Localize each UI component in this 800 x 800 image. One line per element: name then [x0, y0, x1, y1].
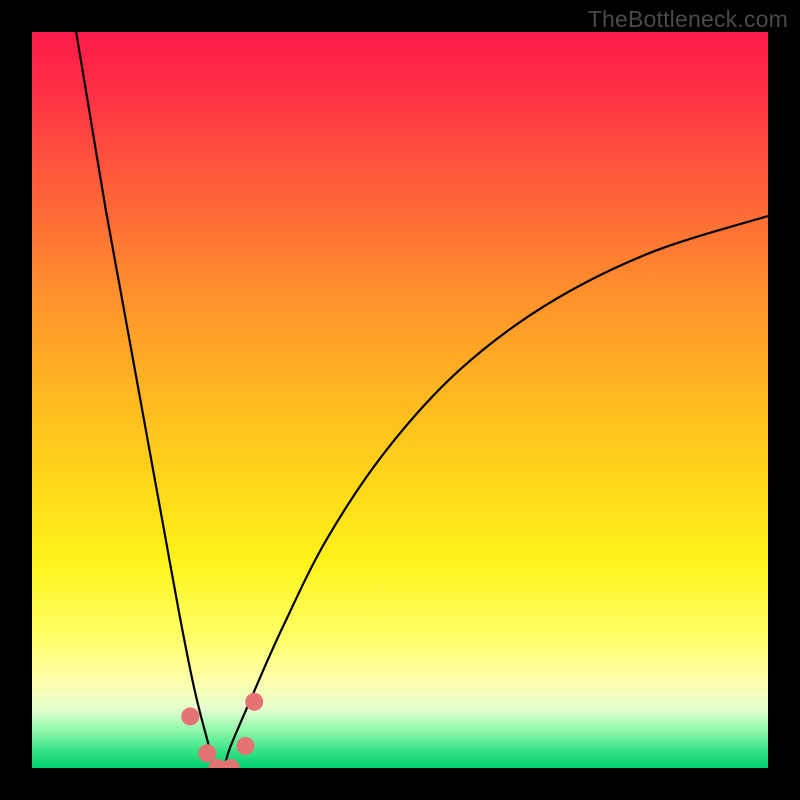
- curve-svg: [32, 32, 768, 768]
- marker-right-low: [236, 737, 254, 755]
- chart-frame: TheBottleneck.com: [0, 0, 800, 800]
- bottleneck-curve: [76, 32, 768, 768]
- marker-left-low: [198, 744, 216, 762]
- marker-right-shoulder: [245, 693, 263, 711]
- watermark-text: TheBottleneck.com: [588, 6, 788, 33]
- plot-area: [32, 32, 768, 768]
- marker-bottom-2: [222, 759, 240, 768]
- marker-left-shoulder: [181, 707, 199, 725]
